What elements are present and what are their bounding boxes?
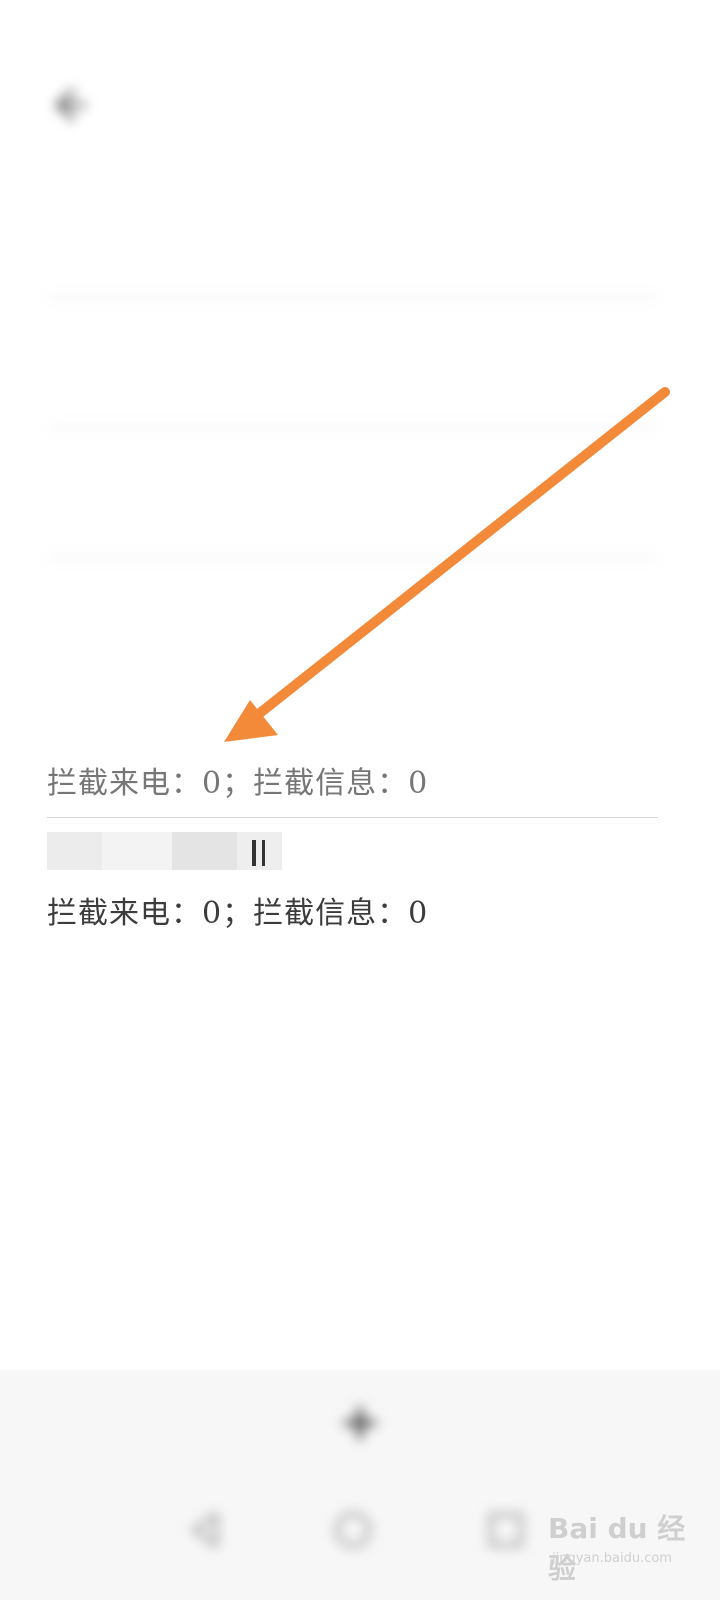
status-bar (0, 0, 720, 56)
square-recent-icon[interactable] (483, 1507, 529, 1553)
circle-home-icon[interactable] (330, 1507, 376, 1553)
list-item[interactable] (47, 428, 658, 558)
app-header (0, 70, 720, 140)
redacted-number (47, 832, 282, 870)
back-arrow-icon[interactable] (44, 80, 94, 130)
block-summary: 拦截来电：0；拦截信息：0 (47, 766, 429, 801)
list-item[interactable] (47, 168, 658, 298)
plus-icon (344, 1407, 376, 1439)
list-item[interactable] (47, 298, 658, 428)
triangle-back-icon[interactable] (182, 1507, 228, 1553)
list-item[interactable] (47, 558, 658, 688)
watermark-brand: Bai du 经验 (548, 1512, 686, 1585)
list-item[interactable]: 拦截来电：0；拦截信息：0 (47, 818, 658, 948)
blocklist: 拦截来电：0；拦截信息：0 拦截来电：0；拦截信息：0 (0, 168, 720, 948)
list-item[interactable]: 拦截来电：0；拦截信息：0 (47, 688, 658, 818)
block-summary: 拦截来电：0；拦截信息：0 (47, 896, 429, 931)
add-button[interactable] (320, 1395, 400, 1505)
watermark-url: jingyan.baidu.com (552, 1551, 672, 1566)
watermark: Bai du 经验 jingyan.baidu.com (548, 1503, 698, 1585)
